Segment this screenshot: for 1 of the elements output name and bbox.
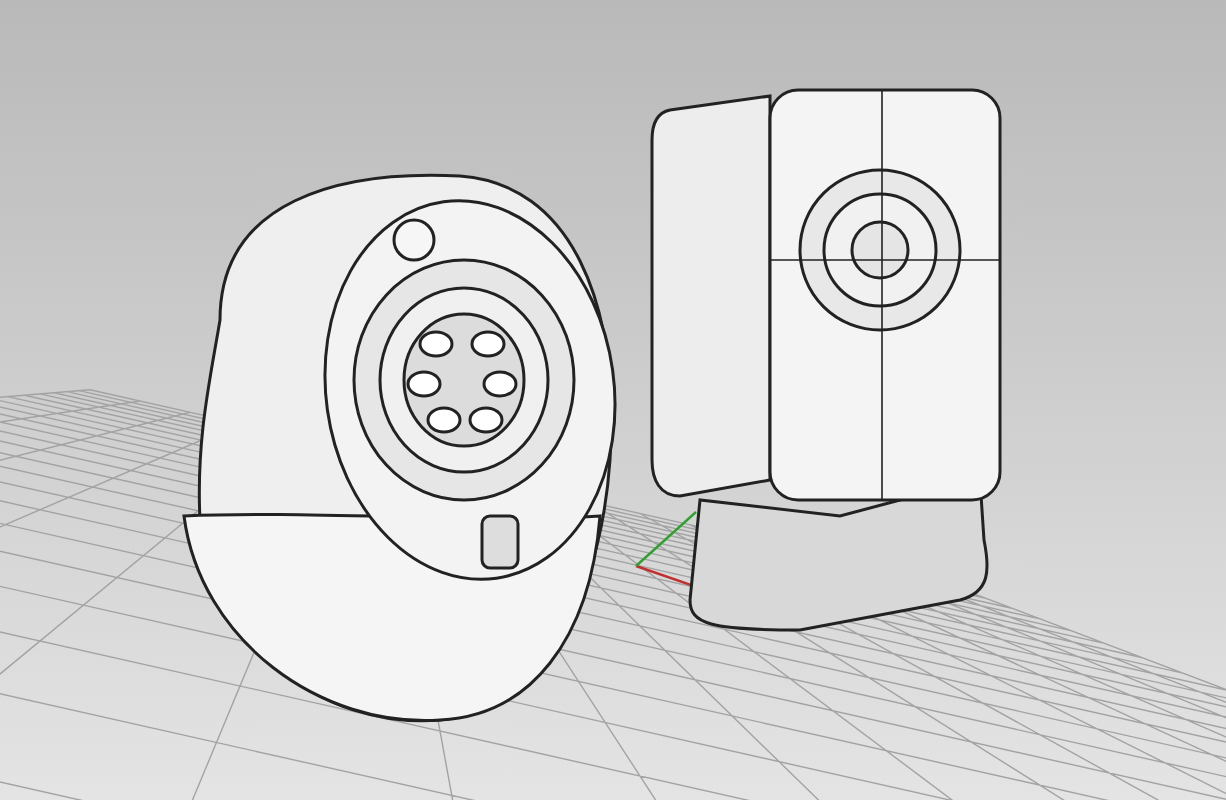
y-axis-line	[635, 511, 697, 567]
